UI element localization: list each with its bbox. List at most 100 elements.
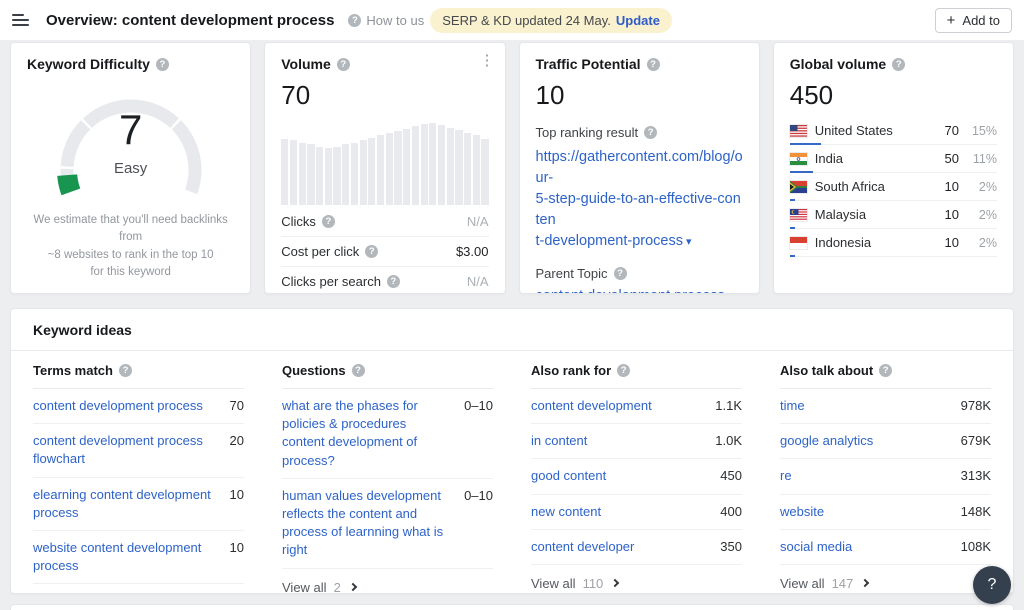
keyword-link[interactable]: content development process: [33, 397, 203, 415]
keyword-link[interactable]: google analytics: [780, 432, 873, 450]
view-all-link[interactable]: View all147: [780, 565, 991, 594]
how-to-use-label: How to us: [366, 13, 424, 28]
keyword-row: content developer350: [531, 530, 742, 565]
help-icon[interactable]: ?: [352, 364, 365, 377]
keyword-link[interactable]: website: [780, 503, 824, 521]
keyword-link[interactable]: human values development reflects the co…: [282, 487, 452, 560]
help-icon[interactable]: ?: [365, 245, 378, 258]
country-list: United States7015%India5011%South Africa…: [790, 117, 997, 257]
topbar: Overview: content development process ? …: [0, 0, 1024, 40]
country-row: Indonesia102%: [790, 229, 997, 257]
add-to-button[interactable]: + Add to: [935, 8, 1012, 33]
help-icon[interactable]: ?: [644, 126, 657, 139]
volume-label: Volume: [281, 56, 331, 72]
help-icon[interactable]: ?: [614, 267, 627, 280]
keyword-row: in content1.0K: [531, 424, 742, 459]
volume-card: ⋮ Volume ? 70 Clicks?N/ACost per click?$…: [264, 42, 505, 294]
volume-trend-bar: [342, 144, 349, 205]
view-all-link[interactable]: View all110: [531, 565, 742, 594]
keyword-row: good content450: [531, 459, 742, 494]
how-to-use-link[interactable]: ? How to us: [348, 13, 424, 28]
volume-stat-row: Clicks per search?N/A: [281, 266, 488, 294]
keyword-link[interactable]: good content: [531, 467, 606, 485]
menu-icon[interactable]: [12, 14, 30, 26]
help-icon[interactable]: ?: [617, 364, 630, 377]
update-link[interactable]: Update: [616, 13, 660, 28]
help-fab-button[interactable]: ?: [973, 566, 1011, 604]
metric-cards-row: Keyword Difficulty ? 7 Easy We estimate …: [10, 42, 1014, 294]
za-flag-icon: [790, 181, 807, 193]
keyword-link[interactable]: training content development process: [33, 592, 218, 594]
top-ranking-url[interactable]: https://gathercontent.com/blog/our- 5-st…: [536, 149, 743, 249]
keyword-link[interactable]: social media: [780, 538, 852, 556]
country-row-main: United States7015%: [790, 123, 997, 138]
keyword-row: what are the phases for policies & proce…: [282, 389, 493, 479]
keyword-link[interactable]: website content development process: [33, 539, 218, 575]
help-icon[interactable]: ?: [322, 215, 335, 228]
keyword-link[interactable]: content developer: [531, 538, 634, 556]
volume-trend-bar: [464, 133, 471, 205]
column-header: Questions?: [282, 351, 493, 389]
volume-trend-bar: [316, 147, 323, 205]
keyword-volume: 400: [708, 503, 742, 521]
country-percent: 2%: [967, 236, 997, 250]
keyword-link[interactable]: new content: [531, 503, 601, 521]
country-name: India: [815, 151, 843, 166]
traffic-potential-card: Traffic Potential ? 10 Top ranking resul…: [519, 42, 760, 294]
country-percent: 2%: [967, 208, 997, 222]
help-icon[interactable]: ?: [337, 58, 350, 71]
stat-label: Cost per click: [281, 244, 359, 259]
keyword-volume: 1.1K: [703, 397, 742, 415]
kd-difficulty-label: Easy: [31, 160, 231, 177]
chevron-right-icon: [861, 579, 869, 587]
view-all-link[interactable]: View all2: [282, 569, 493, 595]
country-row: South Africa102%: [790, 173, 997, 201]
volume-stats: Clicks?N/ACost per click?$3.00Clicks per…: [281, 207, 488, 294]
keyword-link[interactable]: content development process flowchart: [33, 432, 218, 468]
volume-trend-bar: [421, 124, 428, 205]
stat-value: $3.00: [456, 244, 489, 259]
view-all-count: 147: [832, 576, 854, 591]
country-volume: 10: [945, 235, 959, 250]
keyword-link[interactable]: in content: [531, 432, 587, 450]
keyword-volume: 679K: [949, 432, 991, 450]
volume-trend-chart: [281, 123, 488, 205]
help-icon[interactable]: ?: [879, 364, 892, 377]
keyword-link[interactable]: content development: [531, 397, 652, 415]
volume-value: 70: [281, 80, 488, 111]
help-icon[interactable]: ?: [892, 58, 905, 71]
keyword-volume: 148K: [949, 503, 991, 521]
keyword-difficulty-title: Keyword Difficulty ?: [27, 56, 234, 72]
keyword-ideas-columns: Terms match?content development process7…: [11, 351, 1013, 594]
kd-gauge-segment: [67, 175, 71, 192]
keyword-row: elearning content development process10: [33, 478, 244, 531]
top-ranking-result-label: Top ranking result ?: [536, 125, 743, 140]
parent-topic-text: Parent Topic: [536, 266, 608, 281]
keyword-ideas-column: Terms match?content development process7…: [33, 351, 244, 594]
column-header: Terms match?: [33, 351, 244, 389]
keyword-link[interactable]: elearning content development process: [33, 486, 218, 522]
keyword-link[interactable]: what are the phases for policies & proce…: [282, 397, 452, 470]
help-icon[interactable]: ?: [156, 58, 169, 71]
next-section-edge: [10, 604, 1014, 610]
global-volume-title: Global volume ?: [790, 56, 997, 72]
keyword-row: human values development reflects the co…: [282, 479, 493, 569]
chevron-right-icon: [611, 579, 619, 587]
keyword-link[interactable]: time: [780, 397, 805, 415]
kebab-menu-icon[interactable]: ⋮: [480, 53, 495, 68]
top-ranking-text: Top ranking result: [536, 125, 639, 140]
help-icon[interactable]: ?: [647, 58, 660, 71]
keyword-row: content development process70: [33, 389, 244, 424]
keyword-volume: 10: [218, 486, 244, 504]
top-ranking-result-link[interactable]: https://gathercontent.com/blog/our- 5-st…: [536, 147, 743, 252]
help-icon[interactable]: ?: [387, 275, 400, 288]
keyword-link[interactable]: re: [780, 467, 792, 485]
keyword-ideas-title: Keyword ideas: [11, 309, 1013, 351]
help-icon[interactable]: ?: [119, 364, 132, 377]
country-row-main: South Africa102%: [790, 179, 997, 194]
parent-topic-link[interactable]: content development process: [536, 288, 743, 294]
keyword-volume: 10: [218, 592, 244, 594]
in-flag-icon: [790, 153, 807, 165]
global-volume-card: Global volume ? 450 United States7015%In…: [773, 42, 1014, 294]
parent-topic-label: Parent Topic ?: [536, 266, 743, 281]
